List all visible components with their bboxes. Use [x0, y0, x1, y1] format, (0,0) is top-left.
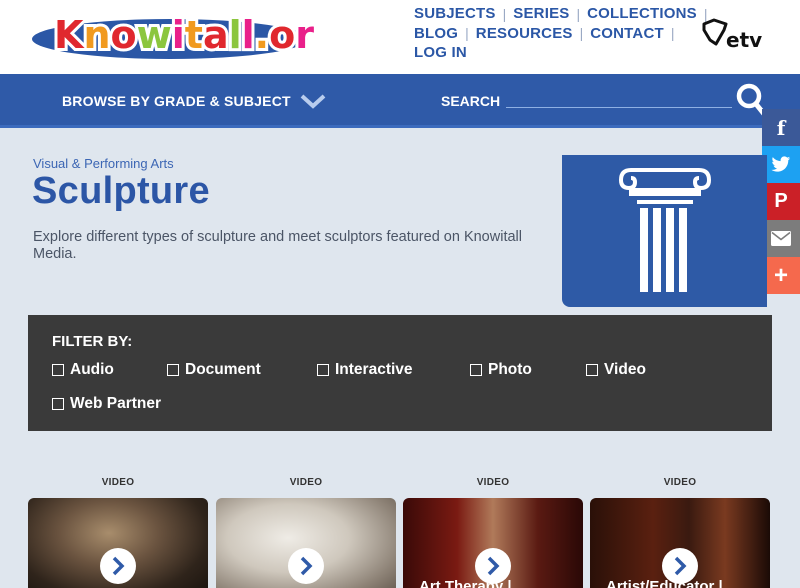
card-type-label: VIDEO [101, 477, 135, 488]
nav-contact[interactable]: CONTACT [590, 25, 664, 42]
svg-text:etv: etv [726, 28, 762, 52]
checkbox-icon[interactable] [317, 364, 329, 376]
svg-text:Knowitall.org: Knowitall.org [54, 13, 314, 57]
filter-panel: FILTER BY: Audio Document Interactive Ph… [28, 315, 772, 431]
chevron-right-icon[interactable] [100, 548, 136, 584]
browse-dropdown[interactable]: BROWSE BY GRADE & SUBJECT [62, 93, 326, 109]
nav-collections[interactable]: COLLECTIONS [587, 5, 697, 22]
nav-blog[interactable]: BLOG [414, 25, 458, 42]
nav-resources[interactable]: RESOURCES [476, 25, 573, 42]
page-description: Explore different types of sculpture and… [33, 229, 522, 262]
more-share-button[interactable]: + [762, 257, 800, 294]
card-title: Art Therapy | [419, 578, 512, 588]
filter-document[interactable]: Document [167, 361, 261, 379]
plus-icon: + [773, 261, 788, 289]
checkbox-icon[interactable] [586, 364, 598, 376]
search-input[interactable] [506, 88, 732, 108]
filter-video[interactable]: Video [586, 361, 646, 379]
hero-image [562, 155, 767, 307]
pinterest-icon: P [774, 190, 788, 212]
filter-photo[interactable]: Photo [470, 361, 532, 379]
site-header: Knowitall.org Knowitall.org SUBJECTS| SE… [0, 0, 800, 74]
nav-login[interactable]: LOG IN [414, 44, 467, 61]
page-title: Sculpture [32, 170, 210, 212]
browse-search-bar: BROWSE BY GRADE & SUBJECT SEARCH [0, 74, 800, 128]
checkbox-icon[interactable] [52, 398, 64, 410]
filter-web-partner[interactable]: Web Partner [52, 395, 161, 413]
checkbox-icon[interactable] [167, 364, 179, 376]
twitter-share-button[interactable] [762, 146, 800, 183]
nav-row-2: BLOG | RESOURCES | CONTACT | [414, 24, 675, 42]
greek-column-icon [618, 168, 711, 292]
pinterest-share-button[interactable]: P [762, 183, 800, 220]
filter-audio[interactable]: Audio [52, 361, 114, 379]
social-share-bar: f P + [762, 109, 800, 294]
video-card[interactable]: Art Therapy | [403, 498, 583, 588]
top-navigation: SUBJECTS | SERIES | COLLECTIONS | BLOG | RES… [414, 4, 708, 63]
envelope-icon [771, 231, 791, 246]
browse-label: BROWSE BY GRADE & SUBJECT [62, 93, 291, 109]
nav-row-1: SUBJECTS | SERIES | COLLECTIONS | [414, 5, 708, 23]
twitter-bird-icon [771, 156, 791, 172]
knowitall-logo[interactable]: Knowitall.org Knowitall.org [32, 6, 314, 64]
chevron-right-icon[interactable] [288, 548, 324, 584]
card-type-label: VIDEO [476, 477, 510, 488]
email-share-button[interactable] [762, 220, 800, 257]
card-type-label: VIDEO [663, 477, 697, 488]
filter-interactive[interactable]: Interactive [317, 361, 413, 379]
search-label: SEARCH [441, 93, 501, 109]
breadcrumb[interactable]: Visual & Performing Arts [33, 156, 174, 171]
card-type-label: VIDEO [289, 477, 323, 488]
video-card[interactable]: Artist/Educator | [590, 498, 770, 588]
nav-row-3: LOG IN [414, 43, 704, 63]
video-card[interactable] [216, 498, 396, 588]
filter-title: FILTER BY: [52, 333, 133, 350]
facebook-icon: f [776, 115, 786, 140]
facebook-share-button[interactable]: f [762, 109, 800, 146]
chevron-down-icon [300, 94, 326, 109]
nav-series[interactable]: SERIES [513, 5, 569, 22]
etv-logo[interactable]: etv [700, 16, 770, 52]
checkbox-icon[interactable] [470, 364, 482, 376]
checkbox-icon[interactable] [52, 364, 64, 376]
video-card[interactable] [28, 498, 208, 588]
card-title: Artist/Educator | [606, 578, 723, 588]
nav-subjects[interactable]: SUBJECTS [414, 5, 496, 22]
